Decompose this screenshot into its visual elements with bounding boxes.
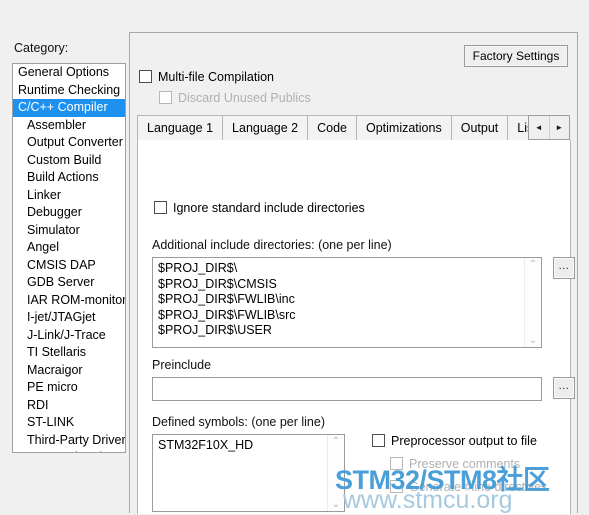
preinclude-label: Preinclude <box>152 358 212 372</box>
preprocessor-output-label: Preprocessor output to file <box>391 434 537 448</box>
preserve-comments-label: Preserve comments <box>409 457 521 471</box>
additional-include-browse-button[interactable]: ... <box>553 257 575 279</box>
preserve-comments-checkbox <box>390 457 403 470</box>
sidebar-item[interactable]: Build Actions <box>13 169 125 187</box>
ignore-standard-includes-label: Ignore standard include directories <box>173 201 365 215</box>
ignore-standard-includes-row[interactable]: Ignore standard include directories <box>154 201 365 215</box>
multi-file-compilation-label: Multi-file Compilation <box>158 70 275 84</box>
factory-settings-button[interactable]: Factory Settings <box>464 45 568 67</box>
discard-unused-publics-row: Discard Unused Publics <box>159 91 311 105</box>
tab-output[interactable]: Output <box>451 115 509 141</box>
tab-scroll-left-icon[interactable]: ◄ <box>529 116 549 139</box>
sidebar-item[interactable]: ST-LINK <box>13 414 125 432</box>
discard-unused-publics-label: Discard Unused Publics <box>178 91 311 105</box>
sidebar-item[interactable]: CMSIS DAP <box>13 257 125 275</box>
tab-page-preprocessor: Ignore standard include directories Addi… <box>137 140 575 514</box>
multi-file-compilation-checkbox[interactable] <box>139 70 152 83</box>
sidebar-item[interactable]: Assembler <box>13 117 125 135</box>
sidebar-item[interactable]: Runtime Checking <box>13 82 125 100</box>
sidebar-item[interactable]: RDI <box>13 397 125 415</box>
sidebar-item[interactable]: Macraigor <box>13 362 125 380</box>
defined-symbols-value: STM32F10X_HD <box>158 438 254 452</box>
tab-code[interactable]: Code <box>308 115 357 141</box>
settings-panel: Factory Settings Multi-file Compilation … <box>129 32 578 514</box>
defined-symbols-scrollbar[interactable]: ⌃ ⌄ <box>327 435 344 511</box>
sidebar-item[interactable]: Custom Build <box>13 152 125 170</box>
generate-line-directives-label: Generate #line directives <box>409 480 548 494</box>
multi-file-compilation-row[interactable]: Multi-file Compilation <box>139 70 274 84</box>
tab-language-1[interactable]: Language 1 <box>138 115 224 141</box>
scroll-down-icon[interactable]: ⌄ <box>529 334 537 347</box>
tab-optimizations[interactable]: Optimizations <box>356 115 452 141</box>
sidebar-item[interactable]: C/C++ Compiler <box>13 99 125 117</box>
sidebar-item[interactable]: PE micro <box>13 379 125 397</box>
discard-unused-publics-checkbox <box>159 91 172 104</box>
preserve-comments-row: Preserve comments <box>390 457 520 471</box>
tab-scroll-buttons[interactable]: ◄ ► <box>528 115 570 140</box>
preprocessor-output-checkbox[interactable] <box>372 434 385 447</box>
tab-language-2[interactable]: Language 2 <box>223 115 309 141</box>
tab-strip: Language 1 Language 2 Code Optimizations Out… <box>137 115 570 141</box>
category-label: Category: <box>14 41 69 55</box>
sidebar-item[interactable]: TI Stellaris <box>13 344 125 362</box>
generate-line-directives-row: Generate #line directives <box>390 480 547 494</box>
sidebar-item[interactable]: XDS100/200/ICDI <box>13 449 125 452</box>
sidebar-item[interactable]: J-Link/J-Trace <box>13 327 125 345</box>
preinclude-value <box>153 378 541 381</box>
sidebar-item[interactable]: GDB Server <box>13 274 125 292</box>
additional-include-directories-input[interactable]: $PROJ_DIR$\ $PROJ_DIR$\CMSIS $PROJ_DIR$\… <box>152 257 542 348</box>
defined-symbols-input[interactable]: STM32F10X_HD ⌃ ⌄ <box>152 434 345 512</box>
sidebar-item[interactable]: I-jet/JTAGjet <box>13 309 125 327</box>
category-list[interactable]: General Options Runtime Checking C/C++ Com… <box>12 63 126 453</box>
tab-scroll-right-icon[interactable]: ► <box>548 116 569 139</box>
scroll-down-icon[interactable]: ⌄ <box>332 498 340 511</box>
tab-list[interactable]: Language 1 Language 2 Code Optimizations Out… <box>137 115 547 141</box>
preinclude-browse-button[interactable]: ... <box>553 377 575 399</box>
scroll-up-icon[interactable]: ⌃ <box>529 258 537 271</box>
preprocessor-output-row[interactable]: Preprocessor output to file <box>372 434 537 448</box>
sidebar-item[interactable]: IAR ROM-monitor <box>13 292 125 310</box>
sidebar-item[interactable]: Third-Party Driver <box>13 432 125 450</box>
defined-symbols-label: Defined symbols: (one per line) <box>152 415 325 429</box>
additional-include-scrollbar[interactable]: ⌃ ⌄ <box>524 258 541 347</box>
preinclude-input[interactable] <box>152 377 542 401</box>
sidebar-item[interactable]: Output Converter <box>13 134 125 152</box>
sidebar-item[interactable]: Debugger <box>13 204 125 222</box>
additional-include-directories-label: Additional include directories: (one per… <box>152 238 392 252</box>
generate-line-directives-checkbox <box>390 480 403 493</box>
sidebar-item[interactable]: General Options <box>13 64 125 82</box>
sidebar-item[interactable]: Linker <box>13 187 125 205</box>
ignore-standard-includes-checkbox[interactable] <box>154 201 167 214</box>
sidebar-item[interactable]: Angel <box>13 239 125 257</box>
additional-include-directories-value: $PROJ_DIR$\ $PROJ_DIR$\CMSIS $PROJ_DIR$\… <box>158 261 296 337</box>
scroll-up-icon[interactable]: ⌃ <box>332 435 340 448</box>
sidebar-item[interactable]: Simulator <box>13 222 125 240</box>
